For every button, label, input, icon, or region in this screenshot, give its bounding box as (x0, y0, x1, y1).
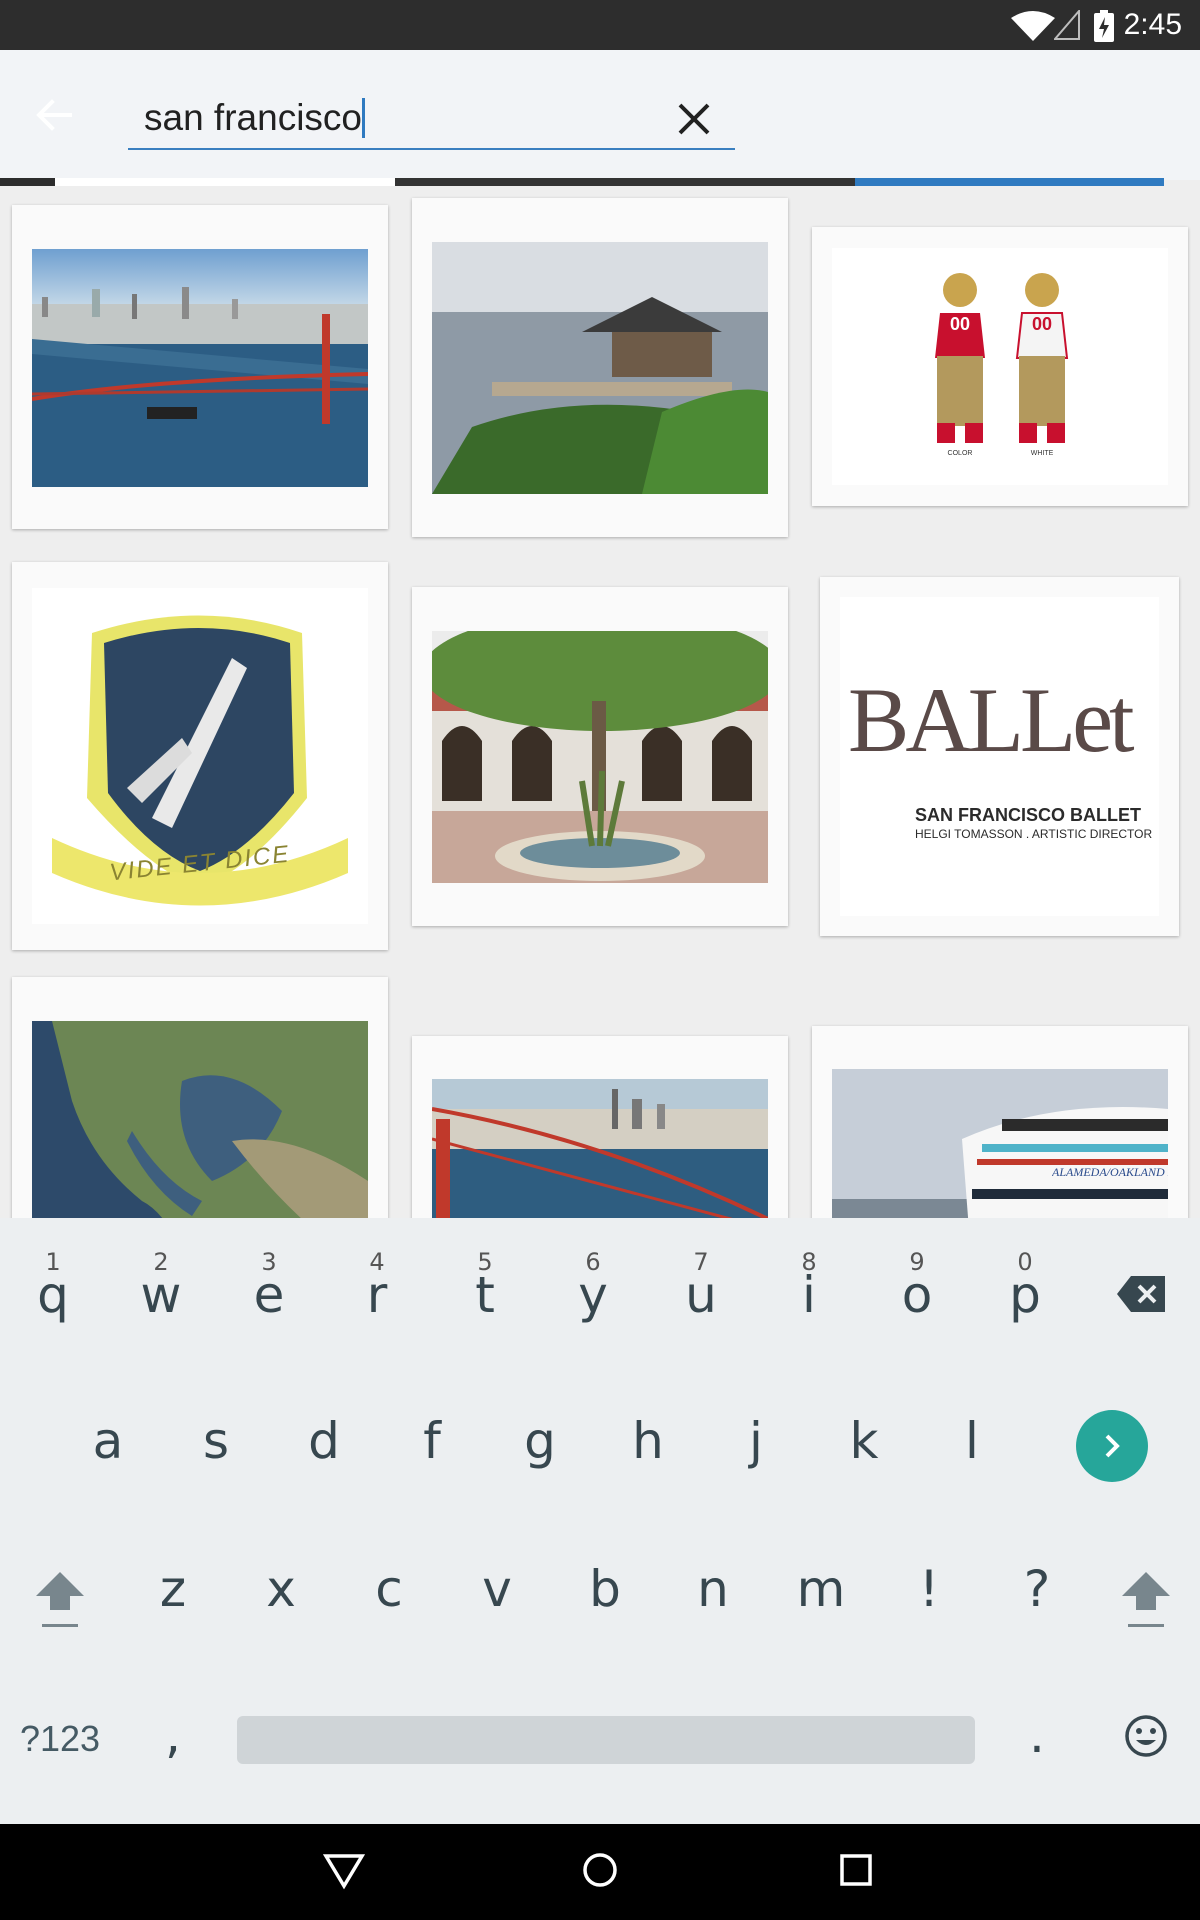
space-bar[interactable] (237, 1716, 975, 1764)
result-card[interactable] (12, 977, 388, 1218)
result-card[interactable]: ALAMEDA/OAKLAND FERRY (812, 1026, 1188, 1218)
result-image (432, 242, 768, 494)
battery-charging-icon (1094, 10, 1114, 42)
go-button[interactable] (1076, 1410, 1148, 1482)
result-image (432, 1079, 768, 1218)
search-header (0, 50, 1200, 180)
search-field[interactable] (128, 88, 735, 150)
result-card[interactable] (412, 198, 788, 537)
key-y[interactable]: 6y (563, 1248, 623, 1320)
image-results-grid: 00 00 COLOR WHITE VIDE ET DICE BALLet SA… (0, 186, 1200, 1218)
result-card[interactable]: 00 00 COLOR WHITE (812, 227, 1188, 506)
symbols-key[interactable]: ?123 (10, 1718, 110, 1760)
loading-progress (0, 178, 1200, 186)
key-n[interactable]: n (683, 1564, 743, 1614)
key-d[interactable]: d (294, 1416, 354, 1466)
key-f[interactable]: f (402, 1416, 462, 1466)
shift-icon[interactable] (1120, 1568, 1172, 1628)
arrow-back-icon[interactable] (30, 90, 80, 140)
key-exclamation[interactable]: ! (899, 1564, 959, 1614)
key-question[interactable]: ? (1007, 1564, 1067, 1614)
jersey-number: 00 (949, 314, 971, 334)
key-m[interactable]: m (791, 1564, 851, 1614)
key-r[interactable]: 4r (347, 1248, 407, 1320)
key-b[interactable]: b (575, 1564, 635, 1614)
result-card[interactable]: BALLet SAN FRANCISCO BALLET HELGI TOMASS… (820, 577, 1179, 936)
key-z[interactable]: z (143, 1564, 203, 1614)
key-q[interactable]: 1q (23, 1248, 83, 1320)
uniform-caption-white: WHITE (1030, 450, 1054, 457)
ballet-subtitle: HELGI TOMASSON . ARTISTIC DIRECTOR (915, 827, 1153, 841)
key-i[interactable]: 8i (779, 1248, 839, 1320)
ballet-title: SAN FRANCISCO BALLET (915, 805, 1141, 825)
key-w[interactable]: 2w (131, 1248, 191, 1320)
key-t[interactable]: 5t (455, 1248, 515, 1320)
key-v[interactable]: v (467, 1564, 527, 1614)
signal-icon (1054, 10, 1080, 40)
result-card[interactable] (412, 1036, 788, 1218)
nav-home-icon[interactable] (578, 1848, 622, 1892)
navigation-bar (0, 1824, 1200, 1920)
result-card[interactable]: VIDE ET DICE (12, 562, 388, 950)
status-bar: 2:45 (0, 0, 1200, 50)
close-icon[interactable] (670, 95, 720, 145)
key-s[interactable]: s (186, 1416, 246, 1466)
result-image (432, 631, 768, 883)
result-image (32, 249, 368, 487)
key-p[interactable]: 0p (995, 1248, 1055, 1320)
key-k[interactable]: k (834, 1416, 894, 1466)
backspace-icon[interactable] (1115, 1274, 1167, 1314)
go-arrow-icon (1105, 1434, 1120, 1458)
uniform-caption-color: COLOR (947, 450, 973, 457)
result-image: ALAMEDA/OAKLAND FERRY (832, 1069, 1168, 1218)
key-j[interactable]: j (726, 1416, 786, 1466)
shift-icon[interactable] (34, 1568, 86, 1628)
nav-recents-icon[interactable] (834, 1848, 878, 1892)
key-g[interactable]: g (510, 1416, 570, 1466)
result-card[interactable] (412, 587, 788, 926)
result-image: 00 00 COLOR WHITE (832, 248, 1168, 485)
ferry-text: ALAMEDA/OAKLAND FERRY (1052, 1165, 1168, 1179)
key-x[interactable]: x (251, 1564, 311, 1614)
result-image: BALLet SAN FRANCISCO BALLET HELGI TOMASS… (840, 597, 1159, 916)
key-u[interactable]: 7u (671, 1248, 731, 1320)
ballet-logo-text: BALLet (848, 669, 1135, 771)
wifi-icon (1011, 11, 1055, 41)
result-image: VIDE ET DICE (32, 588, 368, 924)
text-cursor (362, 98, 365, 138)
search-input[interactable] (144, 94, 664, 142)
soft-keyboard: 1q 2w 3e 4r 5t 6y 7u 8i 9o 0p a s d f g … (0, 1218, 1200, 1824)
result-card[interactable] (12, 205, 388, 529)
nav-back-icon[interactable] (322, 1848, 366, 1892)
key-l[interactable]: l (942, 1416, 1002, 1466)
key-a[interactable]: a (78, 1416, 138, 1466)
comma-key[interactable]: , (148, 1710, 198, 1760)
result-image (32, 1021, 368, 1218)
key-c[interactable]: c (359, 1564, 419, 1614)
status-time: 2:45 (1123, 8, 1182, 41)
key-h[interactable]: h (618, 1416, 678, 1466)
jersey-number: 00 (1031, 314, 1053, 334)
emoji-icon[interactable] (1124, 1714, 1168, 1758)
key-o[interactable]: 9o (887, 1248, 947, 1320)
key-e[interactable]: 3e (239, 1248, 299, 1320)
period-key[interactable]: . (1012, 1710, 1062, 1760)
